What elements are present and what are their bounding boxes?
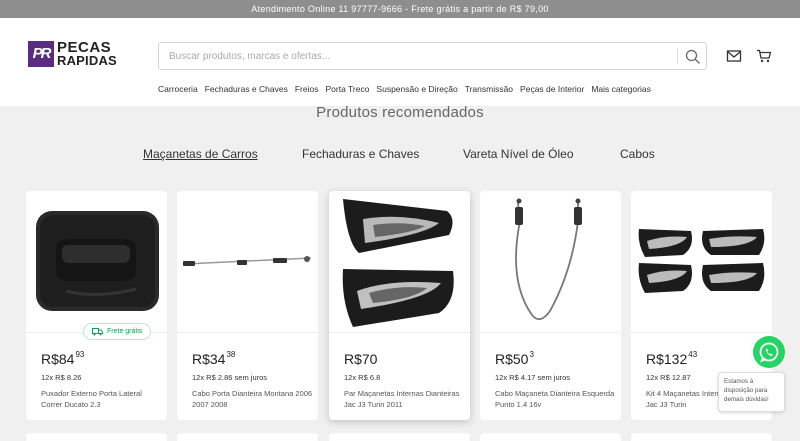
- product-card[interactable]: R$3438 12x R$ 2.86 sem juros Cabo Porta …: [177, 191, 318, 420]
- free-shipping-badge: Frete grátis: [83, 323, 152, 340]
- nav-item-porta-treco[interactable]: Porta Treco: [325, 84, 369, 94]
- product-image-black-door-handle: [36, 211, 159, 311]
- search-divider: [677, 48, 678, 64]
- product-card[interactable]: R$70 12x R$ 6.8 Par Maçanetas Internas D…: [329, 191, 470, 420]
- product-price: R$70: [344, 351, 378, 367]
- tab-vareta[interactable]: Vareta Nível de Óleo: [463, 147, 574, 161]
- whatsapp-button[interactable]: [753, 336, 785, 368]
- product-card[interactable]: R$503 12x R$ 4.17 sem juros Cabo Maçanet…: [480, 191, 621, 420]
- product-installments: 12x R$ 8.26: [41, 373, 82, 382]
- site-header: PR PECAS RAPIDAS Carroceria Fechaduras e…: [0, 18, 800, 106]
- product-card-partial[interactable]: [631, 433, 772, 441]
- cart-icon[interactable]: [756, 49, 772, 63]
- tab-fechaduras[interactable]: Fechaduras e Chaves: [302, 147, 419, 161]
- whatsapp-message: Estamos à disposição para demais dúvidas…: [718, 372, 785, 412]
- product-card[interactable]: Frete grátis R$8493 12x R$ 8.26 Puxador …: [26, 191, 167, 420]
- product-image-interior-handle-kit: [638, 229, 765, 293]
- mail-icon[interactable]: [726, 49, 742, 63]
- product-card-partial[interactable]: [480, 433, 621, 441]
- nav-item-transmissao[interactable]: Transmissão: [465, 84, 513, 94]
- logo-mark: PR: [28, 41, 54, 67]
- product-name[interactable]: Cabo Maçaneta Dianteira Esquerda Punto 1…: [495, 388, 617, 410]
- section-title: Produtos recomendados: [316, 104, 484, 121]
- logo-line-2: RAPIDAS: [57, 53, 117, 68]
- nav-item-carroceria[interactable]: Carroceria: [158, 84, 198, 94]
- nav-item-freios[interactable]: Freios: [295, 84, 319, 94]
- product-installments: 12x R$ 4.17 sem juros: [495, 373, 571, 382]
- search-box: [158, 42, 707, 70]
- category-nav: Carroceria Fechaduras e Chaves Freios Po…: [158, 84, 658, 94]
- product-tabs: Maçanetas de Carros Fechaduras e Chaves …: [0, 147, 800, 167]
- product-name[interactable]: Cabo Porta Dianteira Montana 2006 2007 2…: [192, 388, 314, 410]
- nav-item-suspensao[interactable]: Suspensão e Direção: [376, 84, 457, 94]
- product-card-partial[interactable]: [177, 433, 318, 441]
- product-name[interactable]: Par Maçanetas Internas Dianteiras Jac J3…: [344, 388, 466, 410]
- product-image-door-cable: [183, 256, 312, 266]
- tab-cabos[interactable]: Cabos: [620, 147, 655, 161]
- nav-item-fechaduras[interactable]: Fechaduras e Chaves: [205, 84, 288, 94]
- search-icon[interactable]: [685, 49, 701, 65]
- search-input[interactable]: [159, 43, 674, 69]
- product-name[interactable]: Puxador Externo Porta Lateral Correr Duc…: [41, 388, 163, 410]
- nav-item-mais-categorias[interactable]: Mais categorias: [591, 84, 651, 94]
- product-image-handle-cable-loop: [515, 198, 582, 321]
- truck-icon: [92, 327, 103, 335]
- product-installments: 12x R$ 6.8: [344, 373, 381, 382]
- product-price: R$3438: [192, 350, 236, 367]
- nav-item-pecas-interior[interactable]: Peças de Interior: [520, 84, 584, 94]
- product-price: R$503: [495, 350, 534, 367]
- store-logo[interactable]: PR PECAS RAPIDAS: [28, 40, 117, 68]
- product-price: R$8493: [41, 350, 85, 367]
- product-price: R$13243: [646, 350, 698, 367]
- product-card-partial[interactable]: [329, 433, 470, 441]
- product-installments: 12x R$ 12.87: [646, 373, 691, 382]
- product-image-interior-handle-pair: [342, 199, 454, 327]
- product-installments: 12x R$ 2.86 sem juros: [192, 373, 268, 382]
- whatsapp-icon: [759, 342, 779, 363]
- announcement-bar: Atendimento Online 11 97777-9666 - Frete…: [0, 0, 800, 18]
- tab-macanetas[interactable]: Maçanetas de Carros: [143, 147, 258, 161]
- product-card-partial[interactable]: [26, 433, 167, 441]
